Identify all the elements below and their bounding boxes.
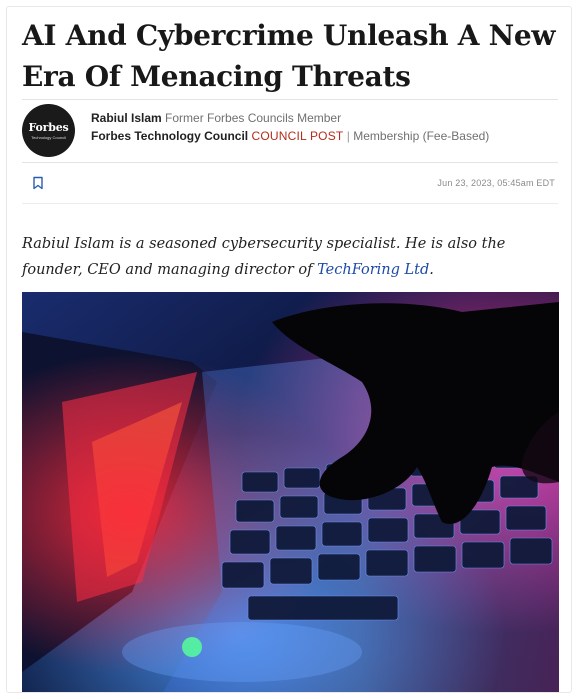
divider <box>22 162 558 163</box>
council-post-label[interactable]: COUNCIL POST <box>251 129 343 143</box>
council-line: Forbes Technology Council COUNCIL POST |… <box>91 129 489 144</box>
author-line: Rabiul Islam Former Forbes Councils Memb… <box>91 111 341 126</box>
logo-brand: Forbes <box>28 120 69 134</box>
article-card: AI And Cybercrime Unleash A New Era Of M… <box>6 6 572 693</box>
council-name[interactable]: Forbes Technology Council <box>91 129 248 143</box>
hero-illustration <box>22 292 559 692</box>
bookmark-icon[interactable] <box>32 176 44 190</box>
forbes-council-logo[interactable]: Forbes Technology Council <box>22 104 75 157</box>
bio-suffix: . <box>429 262 434 278</box>
logo-subtitle: Technology Council <box>31 134 66 140</box>
techforing-link[interactable]: TechForing Ltd <box>317 262 429 278</box>
author-role: Former Forbes Councils Member <box>165 111 342 125</box>
divider <box>22 99 558 100</box>
publish-date: Jun 23, 2023, 05:45am EDT <box>437 178 555 188</box>
separator: | <box>346 129 350 143</box>
hero-image <box>22 292 559 692</box>
author-name[interactable]: Rabiul Islam <box>91 111 162 125</box>
divider <box>22 203 558 204</box>
article-headline: AI And Cybercrime Unleash A New Era Of M… <box>22 19 556 93</box>
membership-label: Membership (Fee-Based) <box>353 129 490 143</box>
author-bio: Rabiul Islam is a seasoned cybersecurity… <box>22 231 558 283</box>
